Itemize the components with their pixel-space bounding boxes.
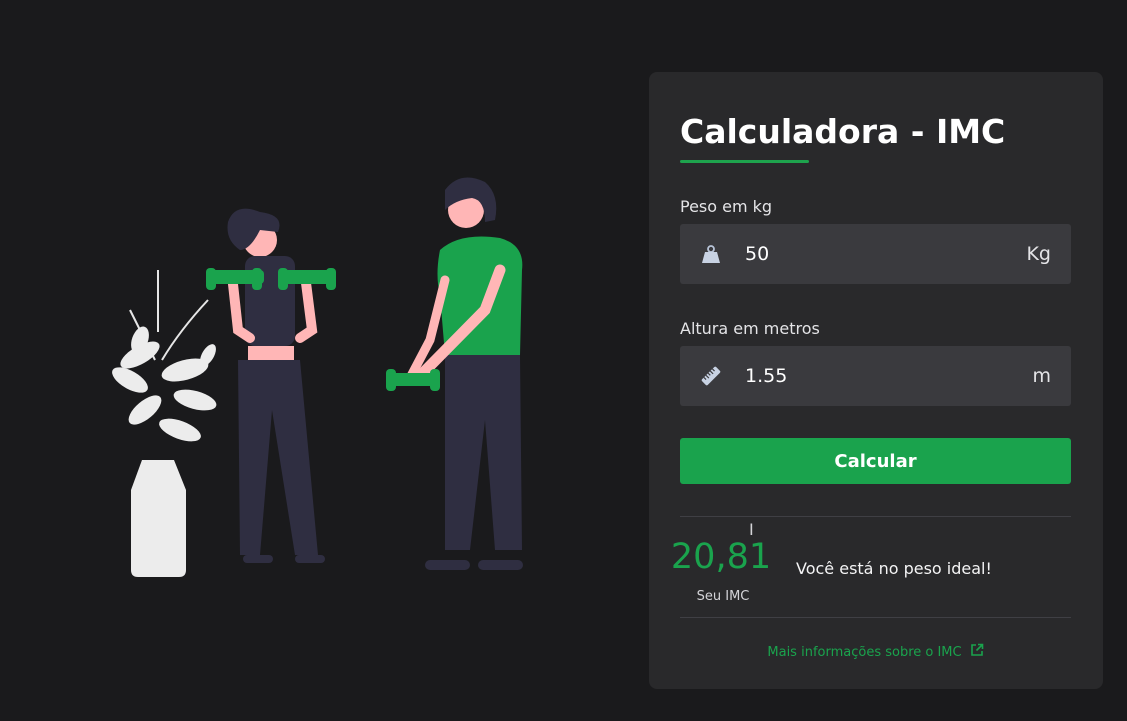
- weight-field[interactable]: Kg: [680, 224, 1071, 284]
- height-input[interactable]: [745, 365, 1033, 387]
- text-cursor-icon: I: [749, 520, 754, 539]
- more-info-label: Mais informações sobre o IMC: [767, 644, 962, 660]
- page-title: Calculadora - IMC: [680, 112, 1006, 151]
- woman-figure: [206, 208, 336, 563]
- bmi-calculator-card: Calculadora - IMC Peso em kg Kg Altura e…: [649, 72, 1103, 689]
- height-label: Altura em metros: [680, 319, 820, 338]
- weight-unit: Kg: [1026, 243, 1051, 265]
- fitness-illustration: [100, 160, 550, 590]
- plant-icon: [112, 270, 217, 577]
- man-figure: [386, 177, 523, 570]
- ruler-icon: [700, 365, 722, 387]
- weight-label: Peso em kg: [680, 197, 773, 216]
- calculate-button[interactable]: Calcular: [680, 438, 1071, 484]
- bmi-message: Você está no peso ideal!: [796, 559, 992, 578]
- weight-input[interactable]: [745, 243, 1027, 265]
- result-box: 20,81 Seu IMC: [671, 537, 771, 604]
- external-link-icon: [970, 643, 984, 661]
- title-underline: [680, 160, 809, 163]
- height-unit: m: [1032, 365, 1051, 387]
- bmi-value: 20,81: [670, 537, 772, 577]
- weight-icon: [700, 243, 722, 265]
- height-field[interactable]: m: [680, 346, 1071, 406]
- more-info-link[interactable]: Mais informações sobre o IMC: [680, 643, 1071, 661]
- page: Calculadora - IMC Peso em kg Kg Altura e…: [0, 0, 1127, 721]
- result-divider-bottom: [680, 617, 1071, 618]
- bmi-caption: Seu IMC: [696, 589, 750, 604]
- result-section: 20,81 Seu IMC Você está no peso ideal!: [671, 517, 1071, 617]
